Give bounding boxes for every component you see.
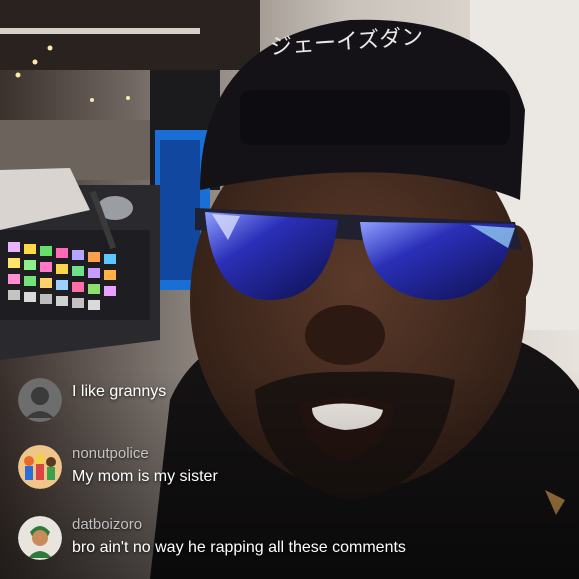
- anime-character-avatar-icon[interactable]: [18, 516, 62, 560]
- comment-message: I like grannys: [72, 383, 167, 400]
- launchpad-grid: [0, 230, 150, 320]
- cartoon-family-avatar-icon[interactable]: [18, 445, 62, 489]
- comment-username[interactable]: datboizoro: [72, 516, 406, 534]
- comment-username[interactable]: nonutpolice: [72, 445, 218, 463]
- comment-item[interactable]: datboizoro bro ain't no way he rapping a…: [18, 516, 406, 560]
- silhouette-avatar-icon[interactable]: [18, 378, 62, 422]
- live-comments-feed: I like grannys nonutpolice My mom is my …: [0, 370, 579, 579]
- comment-item[interactable]: I like grannys: [18, 378, 166, 422]
- comment-message: My mom is my sister: [72, 468, 218, 485]
- comment-item[interactable]: nonutpolice My mom is my sister: [18, 445, 218, 489]
- comment-message: bro ain't no way he rapping all these co…: [72, 539, 406, 556]
